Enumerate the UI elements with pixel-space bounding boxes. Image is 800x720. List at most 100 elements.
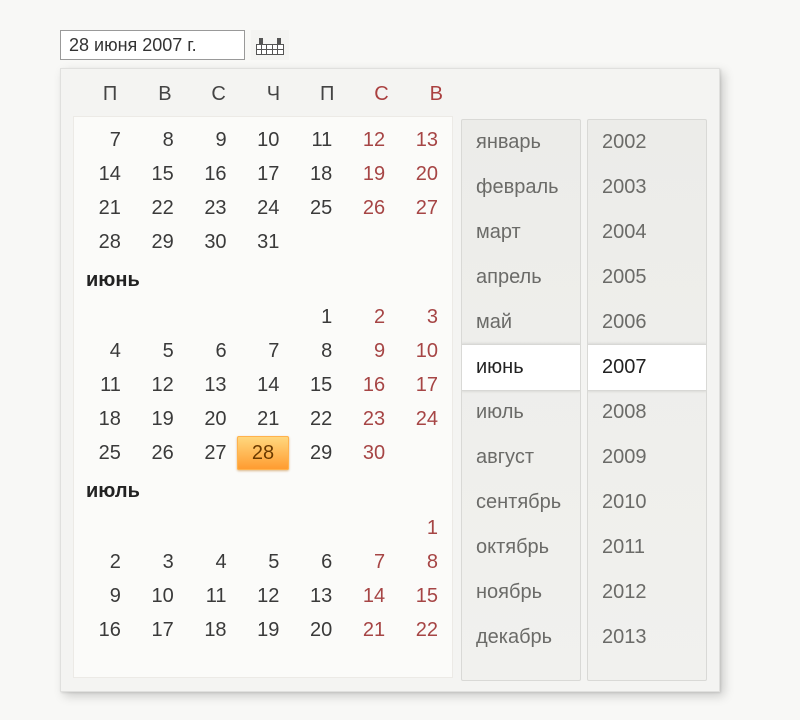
year-item[interactable]: 2011 — [588, 525, 706, 570]
day-cell[interactable]: 17 — [395, 368, 448, 402]
month-item-selected[interactable]: июнь — [461, 344, 581, 391]
day-cell[interactable]: 22 — [289, 402, 342, 436]
day-cell[interactable]: 2 — [78, 545, 131, 579]
year-item[interactable]: 2010 — [588, 480, 706, 525]
year-item[interactable]: 2004 — [588, 210, 706, 255]
day-cell[interactable]: 24 — [395, 402, 448, 436]
day-cell[interactable]: 26 — [131, 436, 184, 470]
month-item[interactable]: апрель — [462, 255, 580, 300]
day-cell[interactable]: 28 — [78, 225, 131, 259]
day-cell[interactable]: 17 — [131, 613, 184, 647]
day-cell[interactable]: 1 — [395, 511, 448, 545]
day-cell[interactable]: 19 — [131, 402, 184, 436]
day-cell[interactable]: 23 — [342, 402, 395, 436]
day-cell[interactable]: 12 — [342, 123, 395, 157]
day-cell[interactable]: 7 — [342, 545, 395, 579]
year-item[interactable]: 2002 — [588, 120, 706, 165]
month-item[interactable]: сентябрь — [462, 480, 580, 525]
day-cell[interactable]: 22 — [131, 191, 184, 225]
day-cell[interactable]: 17 — [237, 157, 290, 191]
day-cell[interactable]: 10 — [131, 579, 184, 613]
day-cell[interactable]: 16 — [342, 368, 395, 402]
day-cell[interactable]: 19 — [237, 613, 290, 647]
year-item[interactable]: 2009 — [588, 435, 706, 480]
day-cell[interactable]: 16 — [78, 613, 131, 647]
year-item[interactable]: 2003 — [588, 165, 706, 210]
day-cell[interactable]: 4 — [78, 334, 131, 368]
day-cell[interactable]: 10 — [395, 334, 448, 368]
day-cell[interactable]: 13 — [184, 368, 237, 402]
month-list[interactable]: январьфевральмартапрельмайиюньиюльавгуст… — [461, 119, 581, 681]
month-item[interactable]: март — [462, 210, 580, 255]
day-cell[interactable]: 18 — [289, 157, 342, 191]
day-cell[interactable]: 13 — [395, 123, 448, 157]
month-item[interactable]: февраль — [462, 165, 580, 210]
day-cell[interactable]: 7 — [78, 123, 131, 157]
day-cell[interactable]: 11 — [78, 368, 131, 402]
day-cell[interactable]: 29 — [289, 436, 342, 470]
day-cell[interactable]: 21 — [78, 191, 131, 225]
month-item[interactable]: май — [462, 300, 580, 345]
day-cell[interactable]: 9 — [78, 579, 131, 613]
day-cell[interactable]: 15 — [289, 368, 342, 402]
day-cell[interactable]: 12 — [237, 579, 290, 613]
day-cell[interactable]: 1 — [289, 300, 342, 334]
day-cell[interactable]: 27 — [395, 191, 448, 225]
year-item[interactable]: 2012 — [588, 570, 706, 615]
day-cell[interactable]: 20 — [184, 402, 237, 436]
month-item[interactable]: декабрь — [462, 615, 580, 660]
day-cell[interactable]: 11 — [289, 123, 342, 157]
day-cell[interactable]: 21 — [342, 613, 395, 647]
year-item[interactable]: 2013 — [588, 615, 706, 660]
day-cell[interactable]: 31 — [237, 225, 290, 259]
day-cell[interactable]: 3 — [131, 545, 184, 579]
day-cell[interactable]: 12 — [131, 368, 184, 402]
year-item[interactable]: 2006 — [588, 300, 706, 345]
date-input[interactable] — [60, 30, 245, 60]
calendar-days[interactable]: 7891011121314151617181920212223242526272… — [73, 116, 453, 678]
year-item[interactable]: 2008 — [588, 390, 706, 435]
day-cell[interactable]: 15 — [395, 579, 448, 613]
month-item[interactable]: октябрь — [462, 525, 580, 570]
day-cell[interactable]: 8 — [289, 334, 342, 368]
day-cell[interactable]: 11 — [184, 579, 237, 613]
day-cell[interactable]: 7 — [237, 334, 290, 368]
day-cell[interactable]: 18 — [184, 613, 237, 647]
day-cell-selected[interactable]: 28 — [237, 436, 290, 470]
year-item-selected[interactable]: 2007 — [587, 344, 707, 391]
day-cell[interactable]: 3 — [395, 300, 448, 334]
day-cell[interactable]: 9 — [342, 334, 395, 368]
day-cell[interactable]: 14 — [78, 157, 131, 191]
day-cell[interactable]: 30 — [184, 225, 237, 259]
day-cell[interactable]: 6 — [289, 545, 342, 579]
day-cell[interactable]: 4 — [184, 545, 237, 579]
day-cell[interactable]: 9 — [184, 123, 237, 157]
month-item[interactable]: январь — [462, 120, 580, 165]
day-cell[interactable]: 18 — [78, 402, 131, 436]
year-list[interactable]: 2002200320042005200620072008200920102011… — [587, 119, 707, 681]
day-cell[interactable]: 15 — [131, 157, 184, 191]
month-item[interactable]: ноябрь — [462, 570, 580, 615]
day-cell[interactable]: 21 — [237, 402, 290, 436]
day-cell[interactable]: 26 — [342, 191, 395, 225]
day-cell[interactable]: 16 — [184, 157, 237, 191]
day-cell[interactable]: 14 — [342, 579, 395, 613]
day-cell[interactable]: 8 — [395, 545, 448, 579]
day-cell[interactable]: 10 — [237, 123, 290, 157]
day-cell[interactable]: 20 — [289, 613, 342, 647]
day-cell[interactable]: 6 — [184, 334, 237, 368]
open-calendar-button[interactable] — [251, 30, 289, 60]
day-cell[interactable]: 24 — [237, 191, 290, 225]
day-cell[interactable]: 27 — [184, 436, 237, 470]
day-cell[interactable]: 5 — [237, 545, 290, 579]
day-cell[interactable]: 8 — [131, 123, 184, 157]
day-cell[interactable]: 30 — [342, 436, 395, 470]
day-cell[interactable]: 13 — [289, 579, 342, 613]
day-cell[interactable]: 23 — [184, 191, 237, 225]
month-item[interactable]: июль — [462, 390, 580, 435]
day-cell[interactable]: 29 — [131, 225, 184, 259]
day-cell[interactable]: 19 — [342, 157, 395, 191]
day-cell[interactable]: 5 — [131, 334, 184, 368]
day-cell[interactable]: 25 — [289, 191, 342, 225]
day-cell[interactable]: 2 — [342, 300, 395, 334]
